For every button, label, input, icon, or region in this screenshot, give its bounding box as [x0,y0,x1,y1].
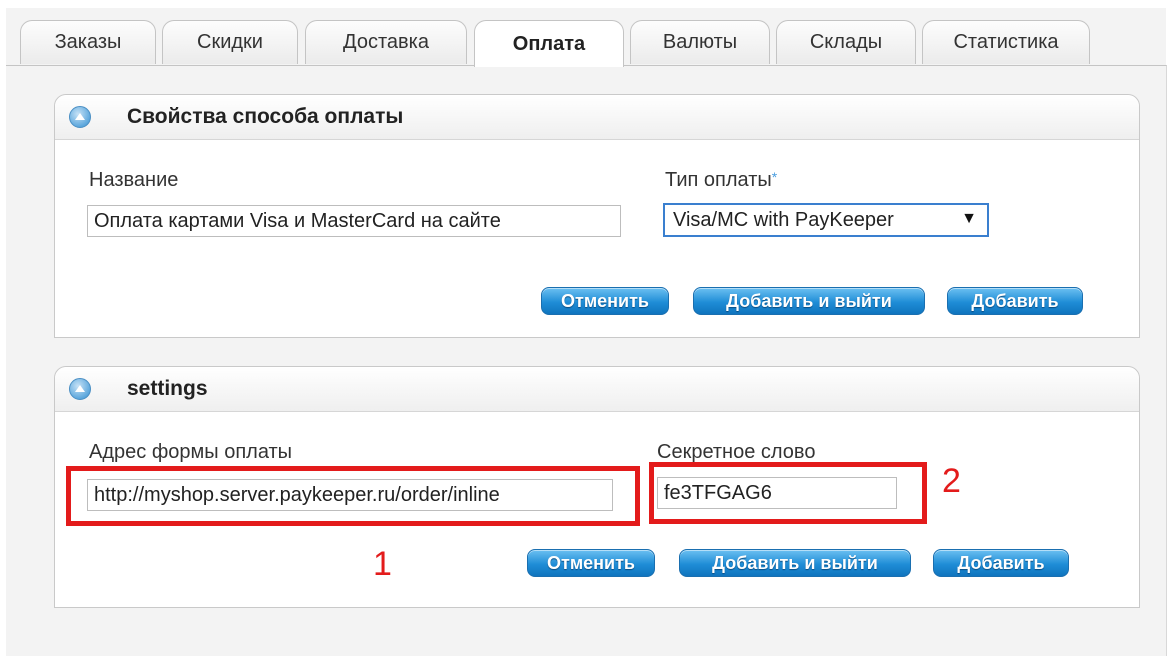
tab-payment[interactable]: Оплата [474,20,624,67]
dropdown-arrow-icon: ▼ [961,210,977,227]
collapse-up-icon[interactable] [69,106,91,128]
add-button[interactable]: Добавить [933,549,1069,577]
panel-title: Свойства способа оплаты [127,105,404,128]
payment-properties-panel: Свойства способа оплаты Название Оплата … [54,94,1140,338]
annotation-number-1: 1 [373,545,392,583]
tab-label: Валюты [662,31,738,53]
tab-warehouses[interactable]: Склады [776,20,916,64]
panel-header: Свойства способа оплаты [55,95,1139,140]
cancel-button[interactable]: Отменить [541,287,669,315]
highlight-box-2 [649,462,927,524]
tab-discounts[interactable]: Скидки [162,20,298,64]
add-and-exit-button[interactable]: Добавить и выйти [679,549,911,577]
annotation-number-2: 2 [942,462,961,500]
tab-currencies[interactable]: Валюты [630,20,770,64]
payment-type-value: Visa/MC with PayKeeper [673,209,894,231]
tab-label: Заказы [54,31,122,53]
highlight-box-1 [66,466,640,526]
form-url-label: Адрес формы оплаты [89,441,293,463]
cancel-button[interactable]: Отменить [527,549,655,577]
secret-word-label: Секретное слово [657,441,816,463]
tab-label: Склады [809,31,883,53]
add-and-exit-button[interactable]: Добавить и выйти [693,287,925,315]
payment-type-select[interactable]: Visa/MC with PayKeeper ▼ [663,203,989,237]
add-button[interactable]: Добавить [947,287,1083,315]
payment-type-label: Тип оплаты* [665,169,777,192]
name-input[interactable]: Оплата картами Visa и MasterCard на сайт… [87,205,621,237]
name-label: Название [89,169,179,191]
panel-title: settings [127,377,208,400]
payment-type-label-text: Тип оплаты [665,169,772,191]
tab-label: Скидки [197,31,263,53]
tab-label: Доставка [343,31,429,53]
collapse-up-icon[interactable] [69,378,91,400]
panel-header: settings [55,367,1139,412]
tab-delivery[interactable]: Доставка [305,20,467,64]
tab-statistics[interactable]: Статистика [922,20,1090,64]
required-mark: * [771,169,778,185]
tab-label: Оплата [512,32,586,55]
tab-orders[interactable]: Заказы [20,20,156,64]
tab-label: Статистика [953,31,1059,53]
